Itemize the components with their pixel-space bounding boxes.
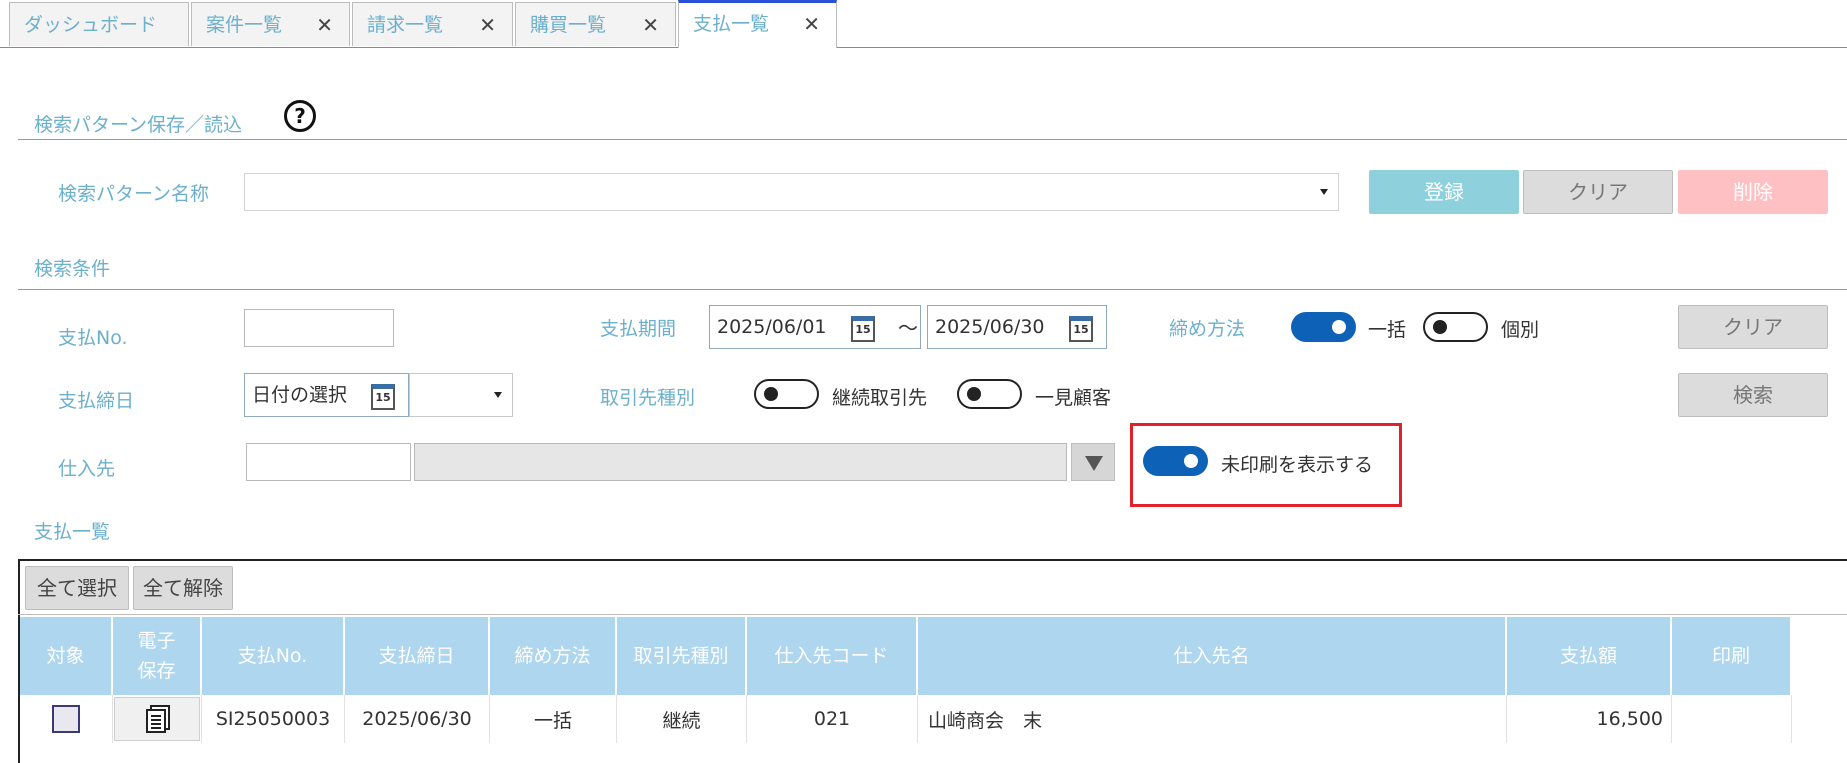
column-header: 支払No.	[202, 617, 345, 695]
closing-method-bulk-toggle[interactable]	[1291, 312, 1356, 342]
supplier-dropdown-button[interactable]	[1071, 443, 1115, 481]
supplier-label: 仕入先	[58, 458, 116, 480]
divider	[18, 139, 1847, 140]
period-to-value: 2025/06/30	[935, 316, 1045, 338]
column-header: 取引先種別	[617, 617, 747, 695]
search-button[interactable]: 検索	[1678, 373, 1828, 417]
closing-method-label: 締め方法	[1169, 318, 1246, 340]
table-cell-partner-type: 継続	[617, 695, 747, 743]
pattern-name-label: 検索パターン名称	[58, 183, 210, 205]
column-header: 電子 保存	[113, 617, 202, 695]
period-to-input[interactable]: 2025/06/30 15	[927, 305, 1107, 349]
toggle-knob	[1332, 320, 1346, 334]
toggle-knob	[1433, 320, 1447, 334]
column-header: 締め方法	[490, 617, 617, 695]
tab-label: 購買一覧	[530, 14, 607, 36]
toggle-knob	[1184, 454, 1198, 468]
period-from-input[interactable]: 2025/06/01 15	[709, 305, 921, 349]
table-cell-print	[1672, 695, 1792, 743]
table-cell-supplier-code: 021	[747, 695, 918, 743]
payment-no-label: 支払No.	[58, 327, 128, 349]
show-unprinted-toggle[interactable]	[1143, 446, 1208, 476]
column-header: 仕入先コード	[747, 617, 918, 695]
toggle-knob	[967, 387, 981, 401]
pattern-section-title: 検索パターン保存／読込	[34, 114, 243, 136]
partner-type-walkin-label: 一見顧客	[1035, 387, 1112, 409]
divider	[18, 289, 1847, 290]
document-stack-icon	[146, 705, 170, 733]
supplier-code-input[interactable]	[246, 443, 411, 481]
period-label: 支払期間	[600, 318, 677, 340]
delete-button[interactable]: 削除	[1678, 170, 1828, 214]
column-header: 支払額	[1507, 617, 1672, 695]
partner-type-continuing-label: 継続取引先	[832, 387, 928, 409]
select-all-button[interactable]: 全て選択	[25, 566, 129, 610]
tab-label: 案件一覧	[206, 14, 283, 36]
triangle-down-icon	[1085, 456, 1103, 471]
calendar-icon[interactable]: 15	[371, 384, 395, 410]
column-header: 仕入先名	[918, 617, 1507, 695]
tab-label: 支払一覧	[693, 13, 770, 35]
row-checkbox[interactable]	[52, 705, 80, 733]
tab-purchases[interactable]: 購買一覧 ✕	[515, 2, 676, 46]
closing-date-label: 支払締日	[58, 390, 135, 412]
tab-payments[interactable]: 支払一覧 ✕	[678, 0, 837, 48]
tab-label: 請求一覧	[367, 14, 444, 36]
list-section-title: 支払一覧	[34, 521, 111, 543]
period-separator: ～	[898, 316, 918, 340]
close-icon[interactable]: ✕	[642, 3, 659, 47]
closing-date-picker[interactable]: 日付の選択 15	[244, 373, 409, 417]
deselect-all-button[interactable]: 全て解除	[133, 566, 233, 610]
show-unprinted-label: 未印刷を表示する	[1221, 454, 1374, 476]
closing-date-select[interactable]	[409, 373, 513, 417]
conditions-clear-button[interactable]: クリア	[1678, 305, 1828, 349]
tab-label: ダッシュボード	[24, 14, 158, 36]
close-icon[interactable]: ✕	[479, 3, 496, 47]
tab-projects[interactable]: 案件一覧 ✕	[191, 2, 350, 46]
supplier-name-input	[414, 443, 1067, 481]
table-cell-amount: 16,500	[1507, 695, 1672, 743]
payment-no-input[interactable]	[244, 309, 394, 347]
tab-invoices[interactable]: 請求一覧 ✕	[352, 2, 513, 46]
table-row-target-cell	[20, 695, 113, 743]
closing-date-placeholder: 日付の選択	[252, 384, 348, 406]
toggle-knob	[764, 387, 778, 401]
chevron-down-icon	[1320, 189, 1328, 195]
partner-type-label: 取引先種別	[600, 387, 696, 409]
column-header: 支払締日	[345, 617, 490, 695]
help-icon[interactable]: ?	[284, 100, 316, 132]
divider	[18, 614, 1847, 615]
table-cell-supplier-name: 山崎商会 末	[918, 695, 1507, 743]
chevron-down-icon	[494, 392, 502, 398]
close-icon[interactable]: ✕	[316, 3, 333, 47]
archive-button[interactable]	[114, 697, 200, 741]
tab-bar: ダッシュボード 案件一覧 ✕ 請求一覧 ✕ 購買一覧 ✕ 支払一覧 ✕	[0, 0, 1847, 48]
calendar-icon[interactable]: 15	[851, 316, 875, 342]
period-from-value: 2025/06/01	[717, 316, 827, 338]
calendar-icon[interactable]: 15	[1069, 316, 1093, 342]
pattern-name-select[interactable]	[244, 173, 1339, 211]
tab-dashboard[interactable]: ダッシュボード	[9, 2, 189, 46]
column-header: 対象	[20, 617, 113, 695]
conditions-section-title: 検索条件	[34, 258, 111, 280]
column-header: 印刷	[1672, 617, 1792, 695]
table-cell-payment-no: SI25050003	[202, 695, 345, 743]
partner-type-walkin-toggle[interactable]	[957, 379, 1022, 409]
partner-type-continuing-toggle[interactable]	[754, 379, 819, 409]
closing-method-bulk-label: 一括	[1368, 319, 1407, 341]
close-icon[interactable]: ✕	[803, 3, 820, 45]
table-cell-closing-method: 一括	[490, 695, 617, 743]
table-cell-closing-date: 2025/06/30	[345, 695, 490, 743]
pattern-clear-button[interactable]: クリア	[1523, 170, 1673, 214]
table-row-archive-cell	[113, 695, 202, 743]
closing-method-individual-toggle[interactable]	[1423, 312, 1488, 342]
register-button[interactable]: 登録	[1369, 170, 1519, 214]
closing-method-individual-label: 個別	[1501, 319, 1540, 341]
